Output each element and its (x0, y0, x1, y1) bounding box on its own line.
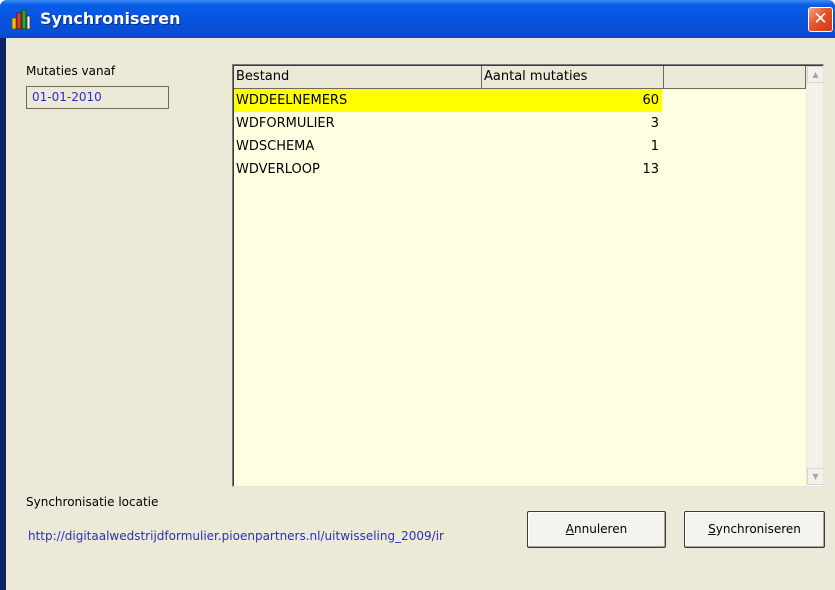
row-bestand: WDFORMULIER (236, 116, 335, 131)
sync-dialog-window: Synchroniseren ✕ Mutaties vanaf 01-01-20… (0, 0, 835, 590)
cancel-button[interactable]: Annuleren (527, 511, 666, 548)
row-aantal: 1 (650, 139, 659, 154)
synchronize-mnemonic: S (708, 522, 716, 536)
vertical-scrollbar[interactable]: ▲ ▼ (806, 66, 823, 485)
app-chart-icon (11, 9, 31, 30)
table-row[interactable]: WDDEELNEMERS 60 (234, 89, 662, 112)
arrow-up-icon: ▲ (812, 70, 819, 79)
sync-location-value: http://digitaalwedstrijdformulier.pioenp… (28, 529, 444, 543)
arrow-down-icon: ▼ (812, 472, 819, 481)
table-row[interactable]: WDSCHEMA 1 (234, 135, 662, 158)
mutaties-vanaf-field[interactable]: 01-01-2010 (26, 86, 169, 109)
synchronize-button[interactable]: Synchroniseren (684, 511, 825, 548)
column-header-aantal-mutaties[interactable]: Aantal mutaties (482, 66, 664, 89)
list-header: Bestand Aantal mutaties (234, 66, 806, 89)
synchronize-label-rest: ynchroniseren (715, 522, 801, 536)
column-header-bestand[interactable]: Bestand (234, 66, 482, 89)
cancel-label-rest: nnuleren (574, 522, 628, 536)
scroll-up-button[interactable]: ▲ (807, 66, 823, 83)
row-bestand: WDVERLOOP (236, 162, 320, 177)
row-bestand: WDDEELNEMERS (236, 93, 348, 108)
mutations-list[interactable]: Bestand Aantal mutaties WDDEELNEMERS 60 … (232, 64, 824, 487)
window-title: Synchroniseren (40, 9, 181, 28)
row-aantal: 60 (642, 93, 659, 108)
row-bestand: WDSCHEMA (236, 139, 315, 154)
table-row[interactable]: WDFORMULIER 3 (234, 112, 662, 135)
mutaties-vanaf-label: Mutaties vanaf (26, 64, 116, 78)
scroll-down-button[interactable]: ▼ (807, 468, 823, 485)
dialog-client-area: Mutaties vanaf 01-01-2010 Bestand Aantal… (6, 38, 835, 590)
row-aantal: 3 (650, 116, 659, 131)
close-icon: ✕ (813, 9, 828, 29)
row-aantal: 13 (642, 162, 659, 177)
sync-location-label: Synchronisatie locatie (26, 495, 159, 509)
cancel-mnemonic: A (565, 522, 574, 536)
title-bar[interactable]: Synchroniseren ✕ (0, 0, 835, 38)
close-button[interactable]: ✕ (808, 7, 833, 32)
table-row[interactable]: WDVERLOOP 13 (234, 158, 662, 181)
column-header-empty[interactable] (664, 66, 806, 89)
